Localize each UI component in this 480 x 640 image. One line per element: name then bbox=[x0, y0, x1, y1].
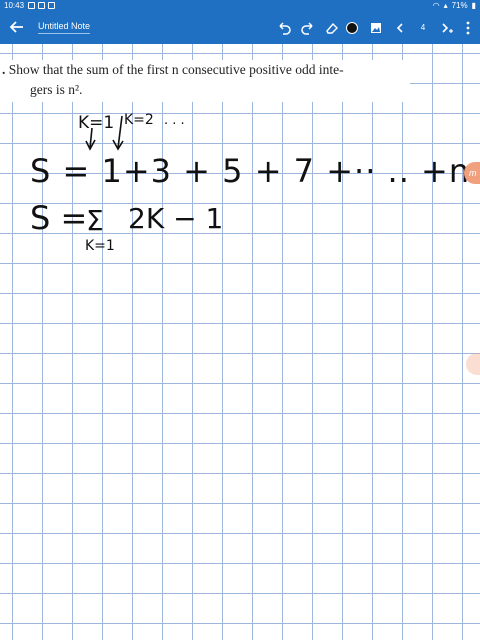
note-app-screen: 10:43 ◠ ▴ 71% ▮ Untitled Note 4 . Show t… bbox=[0, 0, 480, 640]
handwritten-sum-term: 2K − 1 bbox=[128, 202, 223, 235]
handwritten-annotation-k1: K=1 bbox=[78, 113, 114, 133]
handwritten-annotation-k2: K=2 bbox=[124, 112, 154, 128]
handwritten-sum-line: S = 1+3 + 5 + 7 +·· .. +n = n² bbox=[30, 152, 480, 190]
handwritten-sigma: Σ bbox=[86, 204, 104, 237]
handwritten-s-equals: S = bbox=[30, 199, 87, 237]
handwritten-sum-index: K=1 bbox=[85, 238, 115, 254]
handwriting-layer: K=1 K=2 . . . S = 1+3 + 5 + 7 +·· .. +n … bbox=[30, 112, 480, 254]
handwritten-annotation-dots: . . . bbox=[164, 113, 185, 128]
assistant-floating-button[interactable]: m bbox=[464, 162, 480, 184]
